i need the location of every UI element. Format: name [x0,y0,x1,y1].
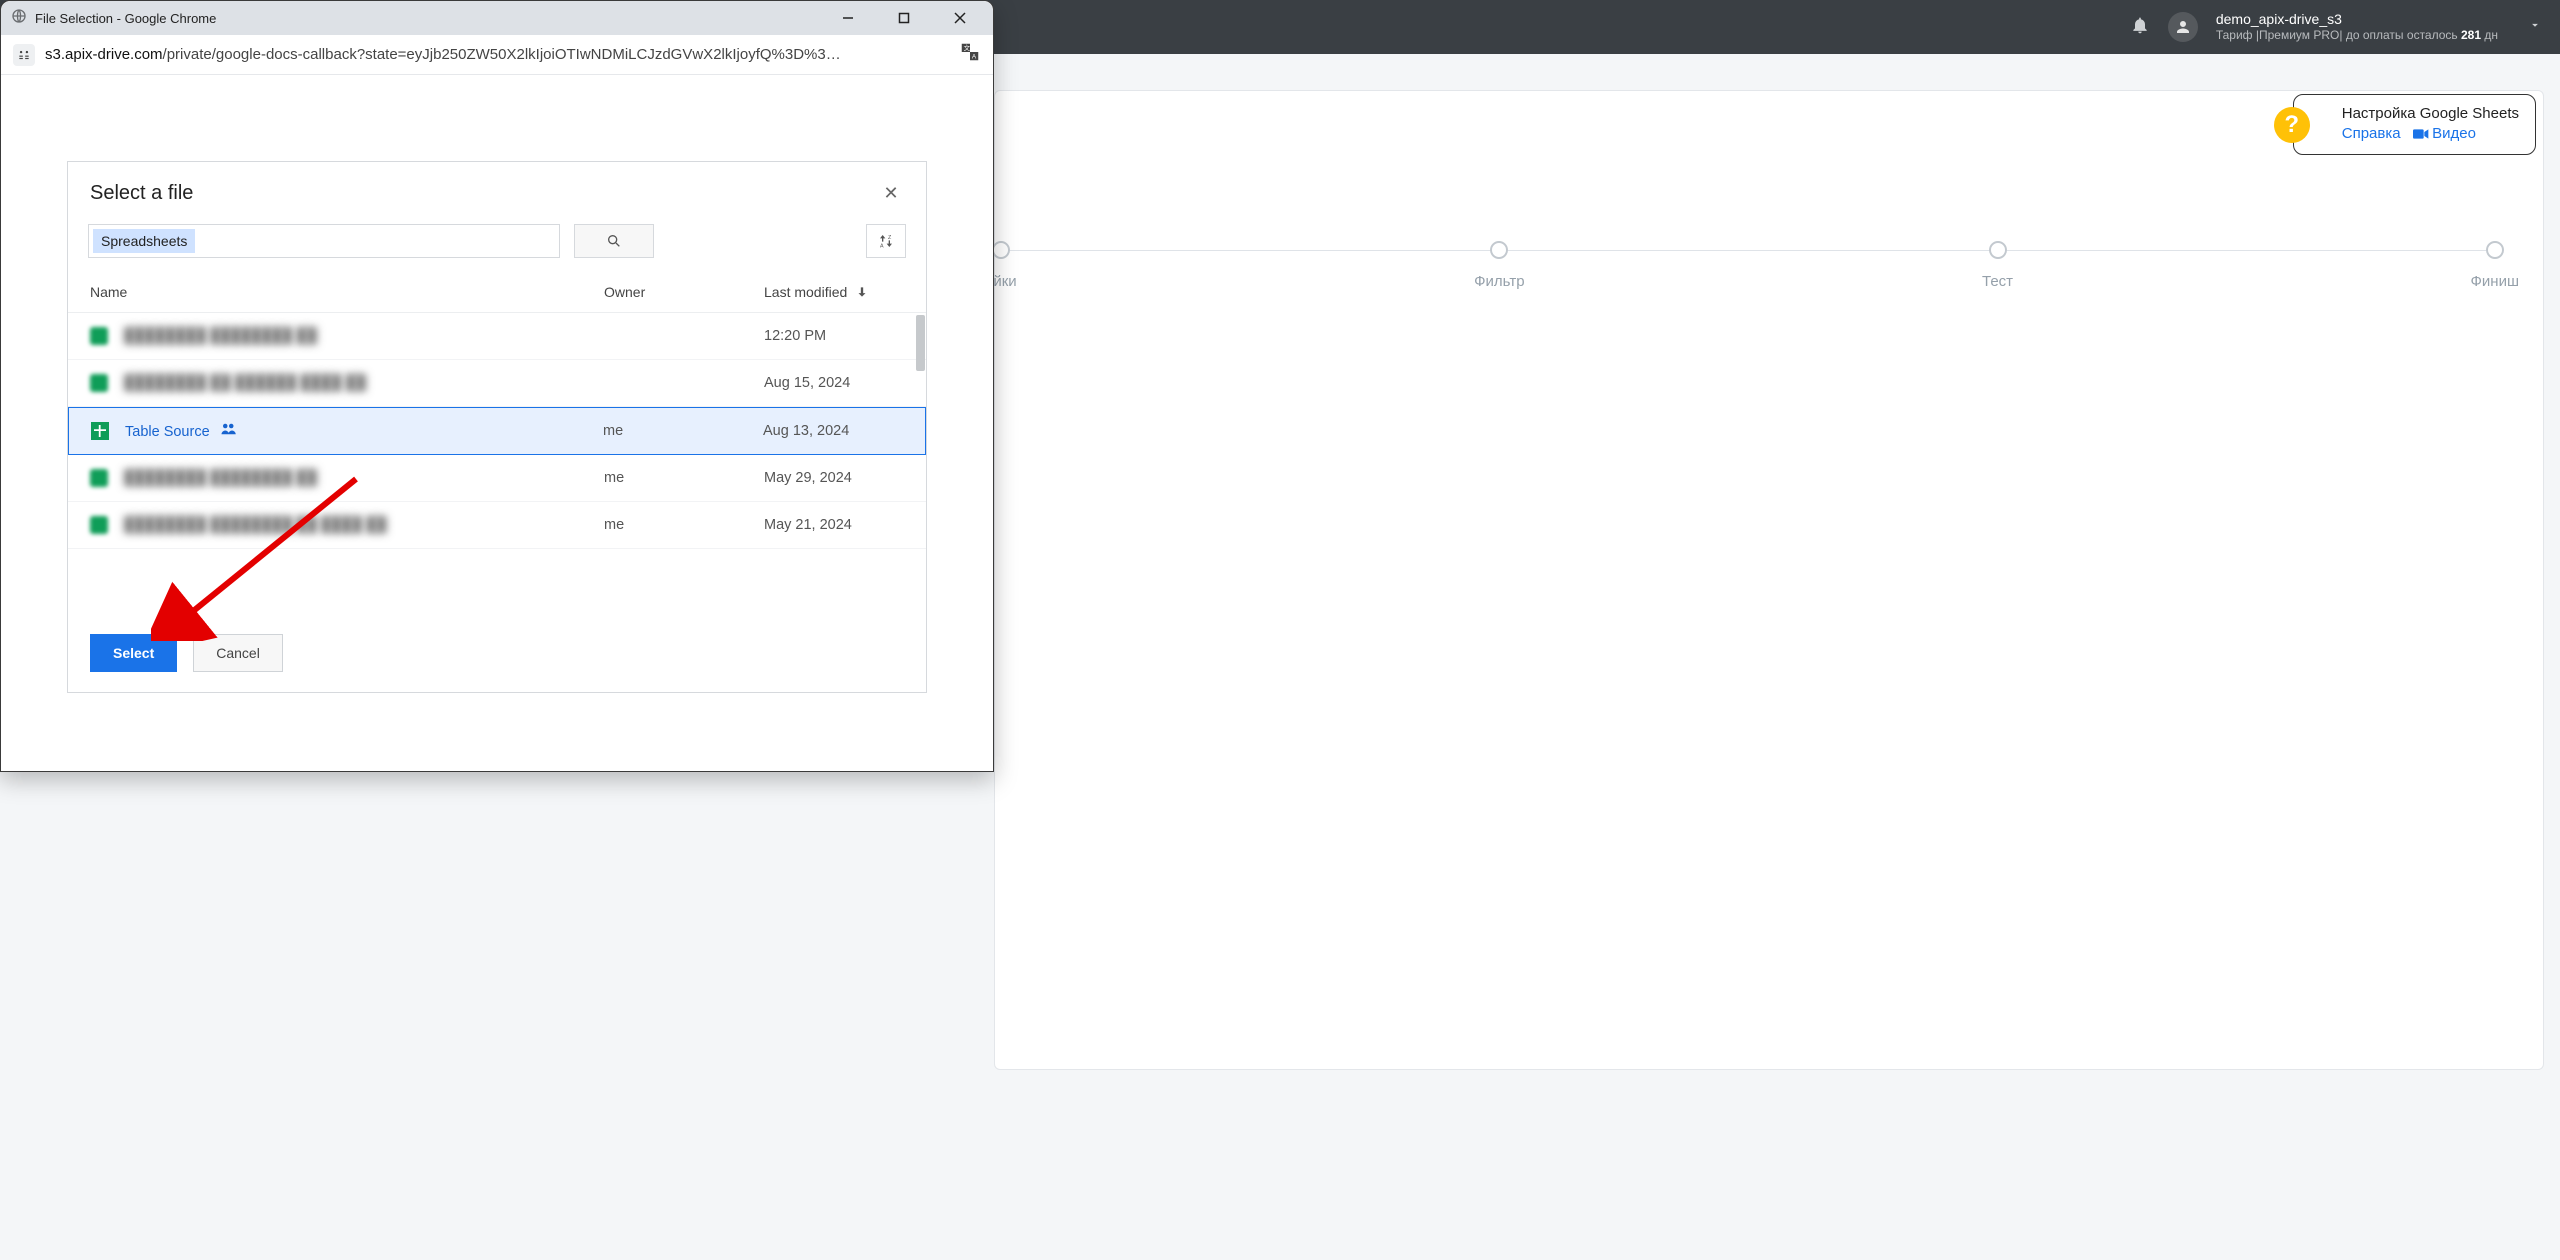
search-button[interactable] [574,224,654,258]
chevron-down-icon[interactable] [2516,18,2542,37]
globe-icon [11,8,35,29]
translate-icon[interactable]: 文A [959,41,981,68]
sheets-icon [90,374,108,392]
help-panel: ? Настройка Google Sheets Справка Видео [2293,94,2536,155]
sheets-icon [90,327,108,345]
sheets-icon [91,422,109,440]
file-name: ████████ ████████ ██ [124,328,604,344]
help-reference-link[interactable]: Справка [2342,125,2401,142]
file-date: May 21, 2024 [764,517,904,533]
file-name: ████████ ████████ ██ [124,470,604,486]
wizard-step[interactable]: Тест [1982,241,2013,290]
file-name: ████████ ████████ ██ ████ ██ [124,517,604,533]
svg-text:A: A [972,53,977,60]
sheets-icon [90,516,108,534]
maximize-button[interactable] [887,4,921,32]
window-title: File Selection - Google Chrome [35,11,831,26]
file-owner: me [604,517,764,533]
col-owner-header[interactable]: Owner [604,284,764,300]
wizard-card: ойки Фильтр Тест Финиш [994,90,2544,1070]
picker-title: Select a file [90,182,878,205]
filter-chip-spreadsheets[interactable]: Spreadsheets [93,229,195,253]
file-row[interactable]: ████████ ████████ ██ ████ ██meMay 21, 20… [68,502,926,549]
file-date: Aug 13, 2024 [763,423,903,439]
cancel-button[interactable]: Cancel [193,634,283,672]
file-row[interactable]: ████████ ████████ ██meMay 29, 2024 [68,455,926,502]
col-name-header[interactable]: Name [90,284,604,300]
svg-text:A: A [880,244,884,249]
help-video-link[interactable]: Видео [2432,125,2476,142]
scrollbar[interactable] [916,315,925,371]
wizard-step[interactable]: Фильтр [1474,241,1524,290]
file-name: ████████ ██ ██████ ████ ██ [124,375,604,391]
shared-icon [220,422,238,436]
step-label: Тест [1982,273,2013,290]
sheets-icon [90,469,108,487]
avatar[interactable] [2168,12,2198,42]
close-button[interactable] [943,4,977,32]
svg-text:Z: Z [888,235,892,241]
table-header: Name Owner Last modified [68,274,926,313]
file-owner: me [604,470,764,486]
camera-icon [2413,127,2429,144]
user-block[interactable]: demo_apix-drive_s3 Тариф |Премиум PRO| д… [2216,11,2498,42]
file-row[interactable]: Table SourcemeAug 13, 2024 [68,407,926,455]
user-tariff: Тариф |Премиум PRO| до оплаты осталось 2… [2216,28,2498,42]
bell-icon[interactable] [2130,15,2150,40]
file-row[interactable]: ████████ ████████ ██ 12:20 PM [68,313,926,360]
chrome-titlebar: File Selection - Google Chrome [1,1,993,35]
col-date-header[interactable]: Last modified [764,284,904,300]
sort-button[interactable]: AZ [866,224,906,258]
help-title: Настройка Google Sheets [2342,105,2519,122]
site-settings-icon[interactable] [13,44,35,66]
file-date: Aug 15, 2024 [764,375,904,391]
minimize-button[interactable] [831,4,865,32]
file-list: ████████ ████████ ██ 12:20 PM ████████ ██ … [68,313,926,549]
svg-text:文: 文 [964,43,971,52]
step-label: Фильтр [1474,273,1524,290]
url-text[interactable]: s3.apix-drive.com/private/google-docs-ca… [45,46,949,63]
file-row[interactable]: ████████ ██ ██████ ████ ██ Aug 15, 2024 [68,360,926,407]
chrome-popup-window: File Selection - Google Chrome s3.apix-d… [0,0,994,772]
arrow-down-icon [855,285,869,299]
user-name: demo_apix-drive_s3 [2216,11,2498,28]
close-icon[interactable]: ✕ [878,180,904,206]
search-input[interactable]: Spreadsheets [88,224,560,258]
select-button[interactable]: Select [90,634,177,672]
file-date: May 29, 2024 [764,470,904,486]
step-label: Финиш [2471,273,2519,290]
chrome-urlbar: s3.apix-drive.com/private/google-docs-ca… [1,35,993,75]
file-date: 12:20 PM [764,328,904,344]
help-icon[interactable]: ? [2274,107,2310,143]
file-picker-dialog: Select a file ✕ Spreadsheets AZ Name Own… [67,161,927,693]
file-owner: me [603,423,763,439]
wizard-step[interactable]: Финиш [2471,241,2519,290]
file-name: Table Source [125,422,603,440]
